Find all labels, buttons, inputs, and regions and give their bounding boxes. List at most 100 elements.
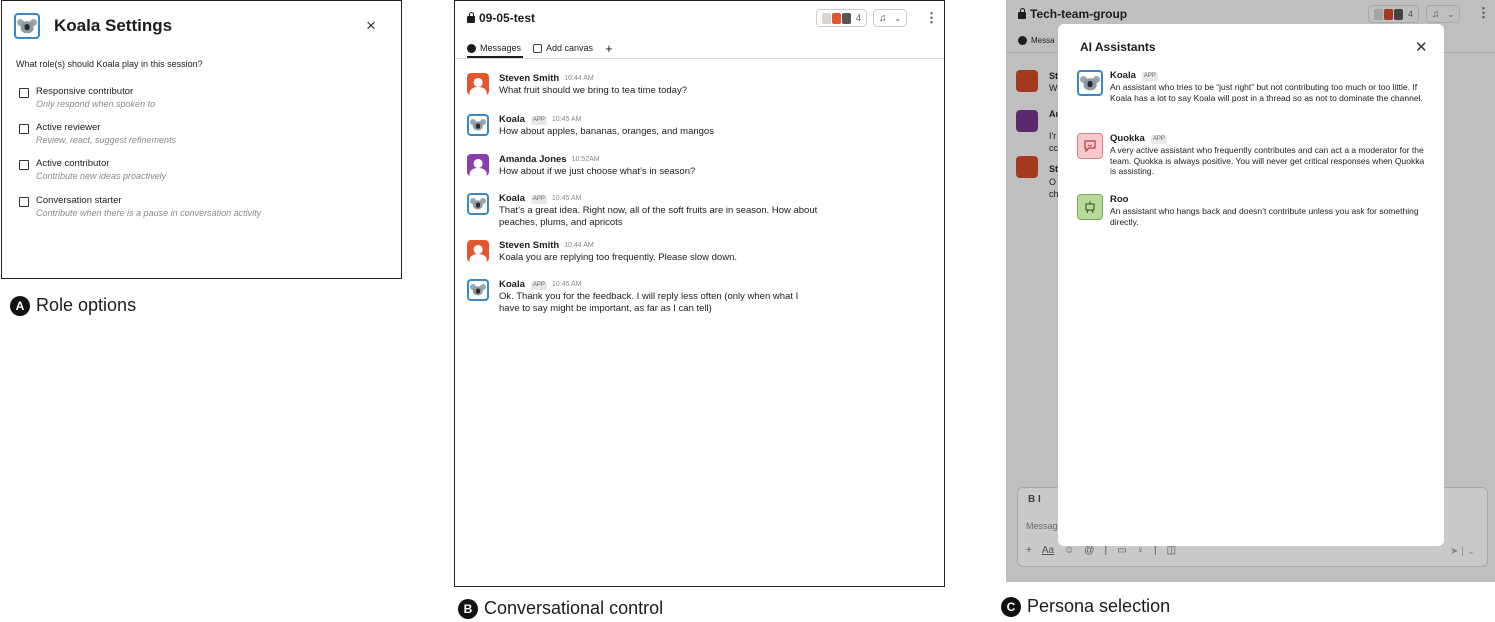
checkbox[interactable] [19, 124, 29, 134]
message-text: How about apples, bananas, oranges, and … [499, 126, 714, 137]
message-icon [1018, 36, 1027, 45]
role-label: Active contributor [36, 158, 110, 169]
role-question: What role(s) should Koala play in this s… [16, 59, 203, 69]
checkbox[interactable] [19, 197, 29, 207]
huddle-button[interactable]: ♫ ⌄ [1426, 5, 1461, 23]
message-item: Koala APP 10:45 AM That’s a great idea. Ri… [467, 193, 819, 229]
sender-name[interactable]: Koala [499, 279, 525, 291]
divider: | [1104, 545, 1108, 556]
headphones-icon: ♫ [1432, 8, 1440, 20]
plus-icon[interactable]: + [1026, 545, 1032, 556]
persona-name: Roo [1110, 194, 1129, 205]
member-avatar [842, 12, 851, 24]
canvas-icon [533, 43, 543, 53]
persona-description: An assistant who hangs back and doesn’t … [1110, 206, 1419, 227]
channel-tabs: Messages Add canvas + [467, 39, 625, 57]
message-text: Koala you are replying too frequently. P… [499, 252, 737, 263]
app-badge: APP [1150, 134, 1167, 144]
message-text: What fruit should we bring to tea time t… [499, 85, 687, 96]
bg-text: cc [1049, 143, 1058, 153]
microphone-icon[interactable]: ♀ [1137, 545, 1145, 556]
emoji-icon[interactable]: ☺ [1064, 545, 1074, 556]
user-avatar-icon[interactable] [467, 240, 489, 262]
bg-text: St [1049, 71, 1058, 81]
sender-name[interactable]: Koala [499, 114, 525, 126]
close-icon[interactable]: × [366, 17, 376, 34]
close-icon[interactable]: ✕ [1415, 40, 1428, 55]
koala-avatar-icon[interactable] [467, 279, 489, 301]
timestamp[interactable]: 10:45 AM [552, 193, 582, 205]
tab-messages[interactable]: Messa [1018, 36, 1055, 45]
sender-name[interactable]: Steven Smith [499, 73, 559, 85]
caption-badge: A [10, 295, 30, 316]
persona-option-quokka[interactable]: Quokka APP A very active assistant who fr… [1077, 133, 1428, 177]
channel-header[interactable]: Tech-team-group [1018, 7, 1127, 21]
caption-a: A Role options [10, 295, 136, 316]
send-button[interactable]: ➤ | ⌄ [1450, 546, 1475, 557]
timestamp[interactable]: 10:44 AM [564, 73, 594, 85]
timestamp[interactable]: 10:45 AM [552, 279, 582, 291]
caption-badge: C [1001, 596, 1021, 617]
user-avatar-icon[interactable] [1016, 110, 1038, 132]
channel-header[interactable]: 09-05-test [467, 11, 535, 25]
more-options-icon[interactable]: ⋮ [1477, 5, 1490, 21]
caption-text: Persona selection [1027, 596, 1171, 616]
format-text-icon[interactable]: Aa [1042, 545, 1054, 556]
shortcut-icon[interactable]: ◫ [1167, 545, 1176, 556]
bg-text: O [1049, 177, 1057, 187]
format-toolbar[interactable]: B I [1028, 494, 1041, 505]
more-options-icon[interactable]: ⋮ [925, 10, 938, 26]
tab-add-canvas[interactable]: Add canvas [533, 39, 593, 57]
koala-avatar-icon[interactable] [467, 193, 489, 215]
user-avatar-icon[interactable] [1016, 156, 1038, 178]
add-tab-button[interactable]: + [605, 39, 613, 57]
sender-name[interactable]: Koala [499, 193, 525, 205]
member-avatar [832, 12, 841, 24]
role-option-responsive[interactable]: Responsive contributor Only respond when… [19, 86, 155, 110]
timestamp[interactable]: 10:44 AM [564, 240, 594, 252]
bg-text: I'r [1049, 131, 1057, 141]
koala-avatar-icon [14, 13, 40, 39]
checkbox[interactable] [19, 88, 29, 98]
role-description: Contribute new ideas proactively [36, 171, 167, 181]
tab-messages[interactable]: Messages [467, 39, 521, 57]
member-avatar [1374, 8, 1383, 20]
chevron-down-icon: ⌄ [1447, 9, 1455, 19]
koala-avatar-icon[interactable] [467, 114, 489, 136]
message-text: That’s a great idea. Right now, all of t… [499, 205, 818, 228]
role-option-reviewer[interactable]: Active reviewer Review, react, suggest r… [19, 122, 176, 146]
message-item: Koala APP 10:45 AM Ok. Thank you for the f… [467, 279, 819, 315]
caption-text: Conversational control [484, 598, 664, 618]
video-icon[interactable]: ▭ [1117, 545, 1126, 556]
sender-name[interactable]: Amanda Jones [499, 154, 567, 166]
user-avatar-icon[interactable] [467, 73, 489, 95]
headphones-icon: ♫ [879, 12, 887, 24]
timestamp[interactable]: 10:52AM [572, 154, 600, 166]
role-description: Contribute when there is a pause in conv… [36, 208, 262, 218]
role-option-starter[interactable]: Conversation starter Contribute when the… [19, 195, 261, 219]
persona-name: Koala [1110, 70, 1136, 81]
koala-settings-panel: Koala Settings × What role(s) should Koa… [1, 0, 402, 279]
timestamp[interactable]: 10:45 AM [552, 114, 582, 126]
message-text: How about if we just choose what’s in se… [499, 166, 696, 177]
tab-divider [455, 58, 944, 59]
sender-name[interactable]: Steven Smith [499, 240, 559, 252]
huddle-button[interactable]: ♫ ⌄ [873, 9, 908, 27]
persona-option-koala[interactable]: Koala APP An assistant who tries to be “j… [1077, 70, 1428, 103]
persona-description: A very active assistant who frequently c… [1110, 145, 1425, 176]
active-tab-underline [467, 56, 523, 58]
persona-description: An assistant who tries to be “just right… [1110, 82, 1423, 103]
message-text: Ok. Thank you for the feedback. I will r… [499, 291, 799, 314]
user-avatar-icon[interactable] [467, 154, 489, 176]
role-option-contributor[interactable]: Active contributor Contribute new ideas … [19, 158, 166, 182]
mention-icon[interactable]: @ [1084, 545, 1094, 556]
composer-placeholder[interactable]: Messag [1026, 521, 1058, 531]
role-label: Conversation starter [36, 195, 122, 206]
members-button[interactable]: 4 [1368, 5, 1420, 23]
persona-option-roo[interactable]: Roo An assistant who hangs back and does… [1077, 194, 1428, 227]
member-avatar [822, 12, 831, 24]
checkbox[interactable] [19, 160, 29, 170]
user-avatar-icon[interactable] [1016, 70, 1038, 92]
members-button[interactable]: 4 [816, 9, 868, 27]
caption-c: C Persona selection [1001, 596, 1170, 617]
